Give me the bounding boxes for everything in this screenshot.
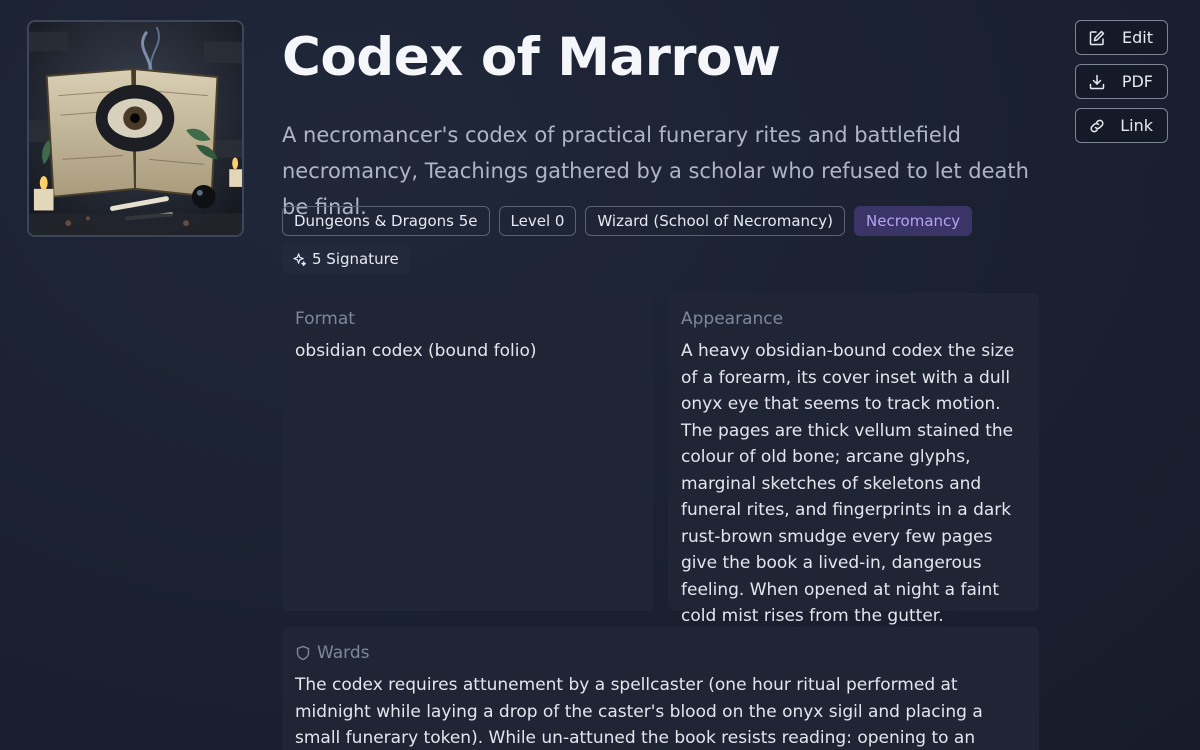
page-title: Codex of Marrow <box>282 27 781 88</box>
tag-level[interactable]: Level 0 <box>498 206 577 236</box>
appearance-card: Appearance A heavy obsidian-bound codex … <box>668 293 1039 626</box>
tag-system[interactable]: Dungeons & Dragons 5e <box>282 206 490 236</box>
edit-icon <box>1088 29 1106 47</box>
download-icon <box>1088 73 1106 91</box>
wards-card: Wards The codex requires attunement by a… <box>282 627 1039 750</box>
tag-school[interactable]: Necromancy <box>854 206 973 236</box>
edit-button[interactable]: Edit <box>1075 20 1168 55</box>
action-buttons: Edit PDF Link <box>1075 20 1168 143</box>
format-label: Format <box>295 309 355 329</box>
edit-label: Edit <box>1122 28 1153 47</box>
tag-list: Dungeons & Dragons 5e Level 0 Wizard (Sc… <box>282 206 973 236</box>
link-button[interactable]: Link <box>1075 108 1168 143</box>
format-card: Format obsidian codex (bound folio) <box>282 293 653 611</box>
appearance-text: A heavy obsidian-bound codex the size of… <box>681 341 1015 626</box>
sparkle-icon <box>293 252 306 266</box>
pdf-button[interactable]: PDF <box>1075 64 1168 99</box>
tag-class[interactable]: Wizard (School of Necromancy) <box>585 206 845 236</box>
shield-icon <box>296 645 310 661</box>
signature-badge[interactable]: 5 Signature <box>282 244 410 274</box>
pdf-label: PDF <box>1121 72 1153 91</box>
item-detail-page: Codex of Marrow A necromancer's codex of… <box>0 0 1200 750</box>
signature-label: 5 Signature <box>312 250 399 268</box>
wards-heading: Wards <box>295 642 1026 664</box>
wards-text: The codex requires attunement by a spell… <box>295 675 983 748</box>
appearance-label: Appearance <box>681 309 784 329</box>
cover-image <box>27 20 244 237</box>
link-label: Link <box>1120 116 1153 135</box>
link-icon <box>1088 117 1106 135</box>
wards-label: Wards <box>317 643 370 663</box>
format-value: obsidian codex (bound folio) <box>295 341 537 361</box>
